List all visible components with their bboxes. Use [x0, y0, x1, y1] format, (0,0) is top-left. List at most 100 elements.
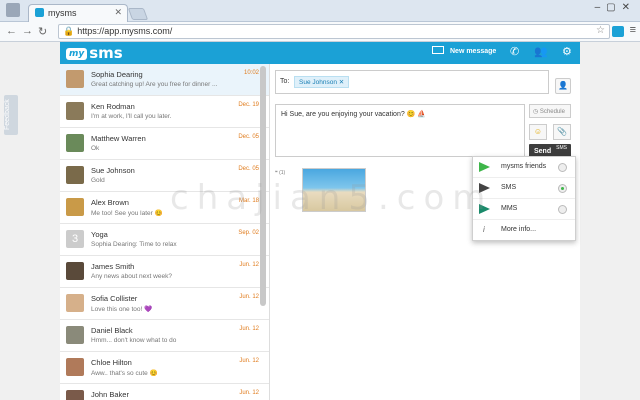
- radio-button[interactable]: [558, 163, 567, 172]
- watermark-text: chajian5.com: [170, 178, 494, 218]
- conversation-preview: Love this one too! 💜: [91, 306, 153, 313]
- media-count: ❝ (1): [275, 170, 285, 176]
- conversation-preview: I'm at work, I'll call you later.: [91, 113, 172, 120]
- mysms-extension-icon[interactable]: [612, 26, 624, 37]
- send-option-mysms-friends[interactable]: mysms friends: [473, 157, 575, 178]
- conversation-date: Sep. 02: [238, 230, 259, 236]
- recipient-chip[interactable]: Sue Johnson ✕: [294, 76, 350, 88]
- logo-suffix: sms: [89, 44, 123, 62]
- mysms-favicon-icon: [35, 8, 44, 17]
- avatar: [66, 326, 84, 344]
- logo-prefix: my: [66, 48, 88, 60]
- conversation-name: Matthew Warren: [91, 134, 146, 143]
- contacts-icon[interactable]: 👥: [534, 45, 548, 58]
- app-header: my sms New message ✆ 👥 ⚙: [60, 42, 580, 64]
- conversation-name: Alex Brown: [91, 198, 129, 207]
- remove-recipient-icon[interactable]: ✕: [339, 79, 344, 86]
- avatar: [66, 358, 84, 376]
- more-info-label: More info...: [501, 226, 537, 233]
- conversation-name: James Smith: [91, 262, 135, 271]
- conversation-item[interactable]: James Smith Any news about next week? Jun.…: [60, 256, 269, 288]
- conversation-preview: Great catching up! Are you free for dinn…: [91, 81, 218, 88]
- conversation-item[interactable]: Chloe Hilton Aww.. that's so cute 😊 Jun. 1…: [60, 352, 269, 384]
- radio-button[interactable]: [558, 205, 567, 214]
- conversation-name: Ken Rodman: [91, 102, 135, 111]
- conversation-name: Chloe Hilton: [91, 358, 132, 367]
- conversation-date: Dec. 05: [238, 166, 259, 172]
- conversation-item[interactable]: John Baker Jun. 12: [60, 384, 269, 400]
- avatar: [66, 102, 84, 120]
- conversation-preview: Hmm... don't know what to do: [91, 337, 177, 344]
- conversation-date: 10:02: [243, 70, 259, 76]
- conversation-preview: Any news about next week?: [91, 273, 172, 280]
- info-icon: i: [483, 225, 485, 234]
- conversation-preview: Aww.. that's so cute 😊: [91, 370, 158, 377]
- conversation-preview: Sophia Dearing: Time to relax: [91, 241, 177, 248]
- conversation-name: Sofia Collister: [91, 294, 138, 303]
- send-option-label: SMS: [501, 184, 517, 191]
- conversation-date: Jun. 12: [239, 262, 259, 268]
- avatar: [66, 294, 84, 312]
- attach-paperclip-icon[interactable]: 📎: [553, 124, 571, 140]
- feedback-tab[interactable]: Feedback: [4, 95, 18, 135]
- new-tab-button[interactable]: [127, 8, 149, 20]
- clock-icon: ◷: [533, 109, 539, 115]
- recipient-field[interactable]: To: Sue Johnson ✕: [275, 70, 549, 94]
- send-option-label: MMS: [501, 205, 518, 212]
- browser-toolbar: ← → ↻ 🔒 https://app.mysms.com/ ☆ ≡: [0, 22, 640, 42]
- quote-icon: ❝: [275, 170, 278, 176]
- address-bar[interactable]: 🔒 https://app.mysms.com/ ☆: [58, 24, 610, 39]
- green-arrow-icon: [479, 162, 490, 172]
- conversation-item[interactable]: Daniel Black Hmm... don't know what to do…: [60, 320, 269, 352]
- conversation-date: Jun. 12: [239, 358, 259, 364]
- message-input[interactable]: Hi Sue, are you enjoying your vacation? …: [275, 104, 525, 157]
- schedule-label: Schedule: [539, 109, 565, 115]
- window-controls[interactable]: –▢✕: [595, 2, 636, 13]
- conversation-item[interactable]: Matthew Warren Ok Dec. 05: [60, 128, 269, 160]
- emoji-button[interactable]: ☺: [529, 124, 547, 140]
- conversation-item[interactable]: Sofia Collister Love this one too! 💜 Jun. …: [60, 288, 269, 320]
- conversation-list: Sophia Dearing Great catching up! Are you…: [60, 64, 270, 400]
- schedule-button[interactable]: ◷ Schedule: [529, 104, 571, 118]
- media-count-value: (1): [279, 170, 286, 176]
- conversation-preview: Gold: [91, 177, 105, 184]
- browser-tabstrip: mysms ✕ –▢✕: [0, 0, 640, 22]
- conversation-preview: Ok: [91, 145, 100, 152]
- conversation-date: Jun. 12: [239, 326, 259, 332]
- recipient-name: Sue Johnson: [299, 79, 337, 86]
- bookmark-star-icon[interactable]: ☆: [596, 25, 605, 36]
- phone-icon[interactable]: ✆: [510, 45, 519, 58]
- send-type-label[interactable]: SMS: [556, 145, 567, 151]
- avatar: [66, 390, 84, 400]
- mysms-logo: my sms: [66, 44, 123, 62]
- tab-title: mysms: [48, 8, 77, 18]
- new-message-button[interactable]: New message: [432, 46, 496, 55]
- avatar: [66, 166, 84, 184]
- new-message-icon: [432, 46, 444, 54]
- avatar: 3: [66, 230, 84, 248]
- to-label: To:: [280, 78, 290, 85]
- add-contact-icon[interactable]: 👤: [555, 78, 571, 94]
- more-info-link[interactable]: i More info...: [473, 220, 575, 241]
- conversation-date: Jun. 12: [239, 294, 259, 300]
- reload-icon[interactable]: ↻: [38, 25, 47, 38]
- browser-menu-icon[interactable]: ≡: [630, 24, 636, 36]
- conversation-date: Dec. 19: [238, 102, 259, 108]
- lock-icon: 🔒: [63, 26, 75, 36]
- conversation-name: Sophia Dearing: [91, 70, 143, 79]
- radio-button-selected[interactable]: [558, 184, 567, 193]
- new-message-label: New message: [450, 48, 497, 55]
- close-tab-icon[interactable]: ✕: [114, 7, 122, 18]
- back-icon[interactable]: ←: [6, 25, 17, 37]
- conversation-item[interactable]: Sophia Dearing Great catching up! Are you…: [60, 64, 269, 96]
- avatar: [66, 70, 84, 88]
- conversation-item[interactable]: Ken Rodman I'm at work, I'll call you lat…: [60, 96, 269, 128]
- conversation-date: Jun. 12: [239, 390, 259, 396]
- conversation-date: Dec. 05: [238, 134, 259, 140]
- avatar: [66, 134, 84, 152]
- conversation-item[interactable]: 3 Yoga Sophia Dearing: Time to relax Sep. 0…: [60, 224, 269, 256]
- settings-gear-icon[interactable]: ⚙: [562, 45, 572, 58]
- browser-tab[interactable]: mysms ✕: [28, 4, 128, 22]
- profile-icon[interactable]: [6, 3, 20, 17]
- forward-icon[interactable]: →: [22, 25, 33, 37]
